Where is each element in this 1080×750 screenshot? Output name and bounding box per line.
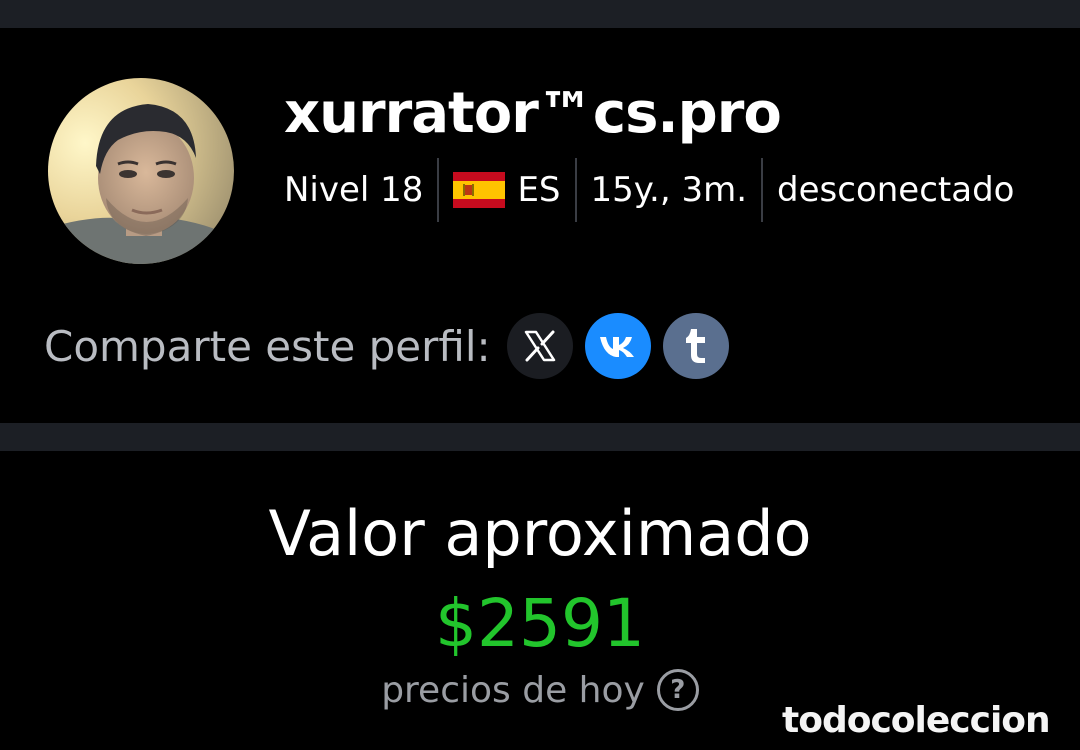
help-icon[interactable]: ?: [656, 669, 699, 711]
avatar-photo: [48, 78, 234, 264]
watermark: todocoleccion: [782, 700, 1051, 741]
share-vk-button[interactable]: [584, 313, 651, 379]
x-icon: [524, 330, 555, 362]
tumblr-icon: [685, 329, 705, 363]
share-tumblr-button[interactable]: [662, 313, 729, 379]
level-label: Nivel 18: [284, 170, 424, 210]
meta-divider: [437, 158, 440, 222]
meta-divider: [761, 158, 764, 222]
online-status: desconectado: [777, 170, 1015, 210]
top-strip: [0, 0, 1080, 28]
country-code: ES: [517, 170, 561, 210]
share-x-button[interactable]: [506, 313, 573, 379]
valuation-note: precios de hoy: [381, 669, 645, 711]
share-row: Comparte este perfil:: [44, 311, 741, 381]
avatar[interactable]: [48, 78, 234, 264]
section-divider: [0, 423, 1080, 451]
valuation-title: Valor aproximado: [268, 497, 812, 570]
vk-icon: [599, 337, 634, 357]
username: xurrator™cs.pro: [284, 81, 782, 146]
country: ES: [453, 170, 561, 210]
account-age: 15y., 3m.: [590, 170, 748, 210]
spain-flag-icon: [453, 172, 506, 208]
share-label: Comparte este perfil:: [44, 321, 491, 371]
meta-divider: [574, 158, 577, 222]
profile-card: xurrator™cs.pro Nivel 18 ES 15y., 3m. de…: [0, 28, 1080, 423]
valuation-amount: $2591: [435, 585, 645, 662]
profile-meta-row: Nivel 18 ES 15y., 3m. desconectado: [284, 158, 1014, 222]
